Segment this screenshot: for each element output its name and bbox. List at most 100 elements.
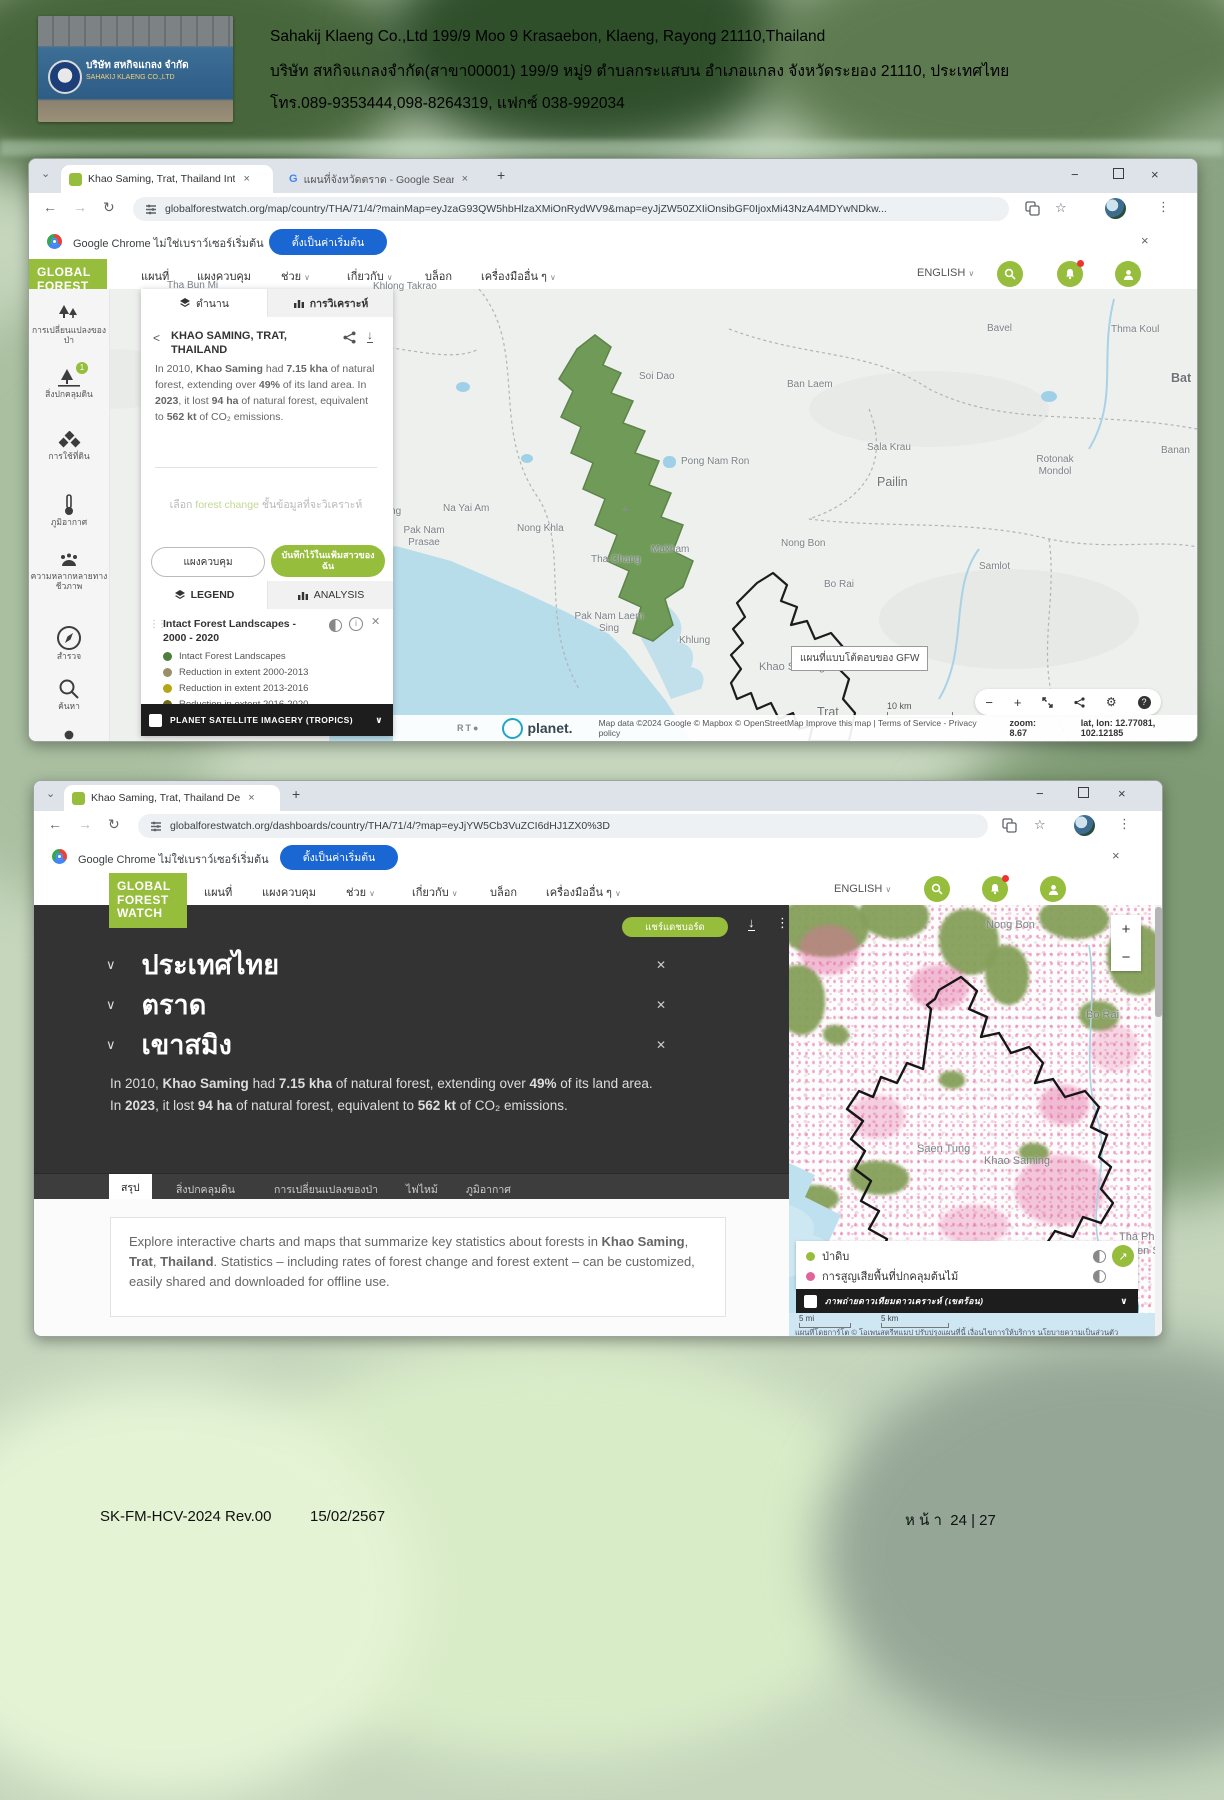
language-selector[interactable]: ENGLISH ∨ xyxy=(917,267,974,279)
notifications-button[interactable] xyxy=(982,876,1008,902)
basemap-checkbox[interactable] xyxy=(149,714,162,727)
chevron-down-icon[interactable]: ∨ xyxy=(375,715,383,726)
opacity-icon[interactable] xyxy=(1093,1270,1106,1283)
fullscreen-icon[interactable] xyxy=(1042,697,1053,708)
map-attribution[interactable]: แผนที่โดยการ์โต © โอเพนสตรีทแมป ปรับปรุง… xyxy=(795,1327,1118,1336)
maximize-button[interactable] xyxy=(1113,167,1124,182)
browser-tab-google[interactable]: G แผนที่จังหวัดตราด - Google Searc × xyxy=(281,165,485,193)
share-icon[interactable] xyxy=(343,331,356,344)
site-settings-icon[interactable] xyxy=(150,820,162,832)
zoom-in-icon[interactable]: + xyxy=(1014,695,1022,710)
forward-icon[interactable]: → xyxy=(78,816,92,832)
dashboard-map[interactable]: Nong Bon Bo Rai Saen Tung Khao Saming Tr… xyxy=(789,905,1155,1336)
tab-summary[interactable]: สรุป xyxy=(109,1174,152,1200)
my-gfw-button[interactable] xyxy=(1115,261,1141,287)
my-gfw-button[interactable] xyxy=(1040,876,1066,902)
sidebar-item-login[interactable]: เข้าสู่ระบบ xyxy=(29,727,109,742)
basemap-bar[interactable]: ภาพถ่ายดาวเทียมดาวเคราะห์ (เขตร้อน) ∨ xyxy=(796,1289,1138,1313)
share-icon[interactable] xyxy=(1074,697,1085,708)
infobar-close-icon[interactable]: × xyxy=(1141,233,1149,248)
site-settings-icon[interactable] xyxy=(145,203,157,215)
tab-close-icon[interactable]: × xyxy=(243,173,249,185)
tab-close-icon[interactable]: × xyxy=(248,792,254,804)
chevron-down-icon[interactable]: ∨ xyxy=(1120,1296,1128,1307)
sidebar-item-climate[interactable]: ภูมิอากาศ xyxy=(29,493,109,527)
browser-menu-kebab-icon[interactable]: ⋮ xyxy=(1118,816,1131,832)
nav-map[interactable]: แผนที่ xyxy=(204,883,232,901)
set-default-button[interactable]: ตั้งเป็นค่าเริ่มต้น xyxy=(269,229,387,255)
zoom-in-icon[interactable]: + xyxy=(1122,921,1131,938)
nav-help[interactable]: ช่วย ∨ xyxy=(346,883,375,901)
new-tab-button[interactable]: + xyxy=(497,167,505,183)
close-window-button[interactable]: × xyxy=(1151,167,1159,182)
zoom-out-icon[interactable]: − xyxy=(985,695,993,710)
remove-layer-icon[interactable]: ✕ xyxy=(371,615,380,628)
selector-district[interactable]: ∨ เขาสมิง ✕ xyxy=(106,1023,666,1066)
language-selector[interactable]: ENGLISH ∨ xyxy=(834,883,891,895)
back-icon[interactable]: ← xyxy=(43,199,57,215)
sidebar-item-biodiversity[interactable]: ความหลากหลายทางชีวภาพ xyxy=(29,553,109,591)
address-bar[interactable]: globalforestwatch.org/dashboards/country… xyxy=(138,814,988,838)
save-to-my-gfw-button[interactable]: บันทึกไว้ในแฟ้มสาวของฉัน xyxy=(271,545,385,577)
forward-icon[interactable]: → xyxy=(73,199,87,215)
nav-tools[interactable]: เครื่องมืออื่น ๆ ∨ xyxy=(546,883,621,901)
scrollbar[interactable] xyxy=(1155,905,1162,1336)
browser-tab-gfw-dashboard[interactable]: Khao Saming, Trat, Thailand De × xyxy=(64,785,280,811)
tab-forest-change[interactable]: การเปลี่ยนแปลงของป่า xyxy=(274,1181,378,1198)
maximize-button[interactable] xyxy=(1078,786,1089,801)
notifications-button[interactable] xyxy=(1057,261,1083,287)
clear-selection-icon[interactable]: ✕ xyxy=(656,958,666,972)
nav-help[interactable]: ช่วย ∨ xyxy=(281,267,310,285)
tab-legend-th[interactable]: ตำนาน xyxy=(141,289,267,317)
clear-selection-icon[interactable]: ✕ xyxy=(656,1038,666,1052)
bookmark-star-icon[interactable]: ☆ xyxy=(1055,200,1067,216)
tab-legend-en[interactable]: LEGEND xyxy=(141,581,267,609)
attribution-links[interactable]: Map data ©2024 Google © Mapbox © OpenStr… xyxy=(599,718,990,738)
profile-avatar[interactable] xyxy=(1074,815,1095,836)
nav-dashboards[interactable]: แผงควบคุม xyxy=(262,883,316,901)
minimize-button[interactable]: − xyxy=(1036,786,1044,801)
reload-icon[interactable]: ↻ xyxy=(108,816,120,833)
sidebar-item-search[interactable]: ค้นหา xyxy=(29,677,109,711)
back-chevron-icon[interactable]: < xyxy=(153,331,160,345)
nav-map[interactable]: แผนที่ xyxy=(141,267,169,285)
sidebar-item-land-cover[interactable]: 1 สิ่งปกคลุมดิน xyxy=(29,367,109,399)
settings-gear-icon[interactable]: ⚙ xyxy=(1106,695,1117,709)
nav-tools[interactable]: เครื่องมืออื่น ๆ ∨ xyxy=(481,267,556,285)
tab-analysis-th[interactable]: การวิเคราะห์ xyxy=(267,289,393,317)
tab-fires[interactable]: ไฟไหม้ xyxy=(406,1181,438,1198)
download-icon[interactable]: ↓ xyxy=(367,329,373,343)
info-icon[interactable]: i xyxy=(349,617,363,631)
browser-tab-gfw[interactable]: Khao Saming, Trat, Thailand Int × xyxy=(61,165,273,193)
set-default-button[interactable]: ตั้งเป็นค่าเริ่มต้น xyxy=(280,845,398,870)
nav-blog[interactable]: บล็อก xyxy=(490,883,517,901)
tab-analysis-en[interactable]: ANALYSIS xyxy=(267,581,393,609)
basemap-bar[interactable]: PLANET SATELLITE IMAGERY (TROPICS) ∨ xyxy=(141,704,393,736)
opacity-icon[interactable] xyxy=(1093,1250,1106,1263)
dashboard-pill-button[interactable]: แผงควบคุม xyxy=(151,547,265,577)
panel-menu-kebab-icon[interactable]: ⋮ xyxy=(776,915,789,931)
search-button[interactable] xyxy=(997,261,1023,287)
reload-icon[interactable]: ↻ xyxy=(103,199,115,216)
profile-avatar[interactable] xyxy=(1105,198,1126,219)
translate-icon[interactable] xyxy=(1002,818,1017,833)
selector-country[interactable]: ∨ ประเทศไทย ✕ xyxy=(106,943,666,986)
help-icon[interactable]: ? xyxy=(1138,696,1151,709)
translate-icon[interactable] xyxy=(1025,201,1040,216)
new-tab-button[interactable]: + xyxy=(292,786,300,802)
tab-search-chevron-icon[interactable]: ⌄ xyxy=(41,167,50,180)
opacity-icon[interactable] xyxy=(329,619,342,632)
tab-close-icon[interactable]: × xyxy=(462,173,468,185)
tab-climate[interactable]: ภูมิอากาศ xyxy=(466,1181,511,1198)
download-icon[interactable]: ↓ xyxy=(748,915,755,931)
zoom-out-icon[interactable]: − xyxy=(1122,949,1131,966)
nav-about[interactable]: เกี่ยวกับ ∨ xyxy=(412,883,458,901)
selector-province[interactable]: ∨ ตราด ✕ xyxy=(106,983,666,1026)
tab-search-chevron-icon[interactable]: ⌄ xyxy=(46,787,55,800)
bookmark-star-icon[interactable]: ☆ xyxy=(1034,817,1046,833)
gfw-logo[interactable]: GLOBAL FOREST WATCH xyxy=(109,873,187,928)
tab-land-cover[interactable]: สิ่งปกคลุมดิน xyxy=(176,1181,235,1198)
browser-menu-kebab-icon[interactable]: ⋮ xyxy=(1157,199,1170,215)
search-button[interactable] xyxy=(924,876,950,902)
back-icon[interactable]: ← xyxy=(48,816,62,832)
